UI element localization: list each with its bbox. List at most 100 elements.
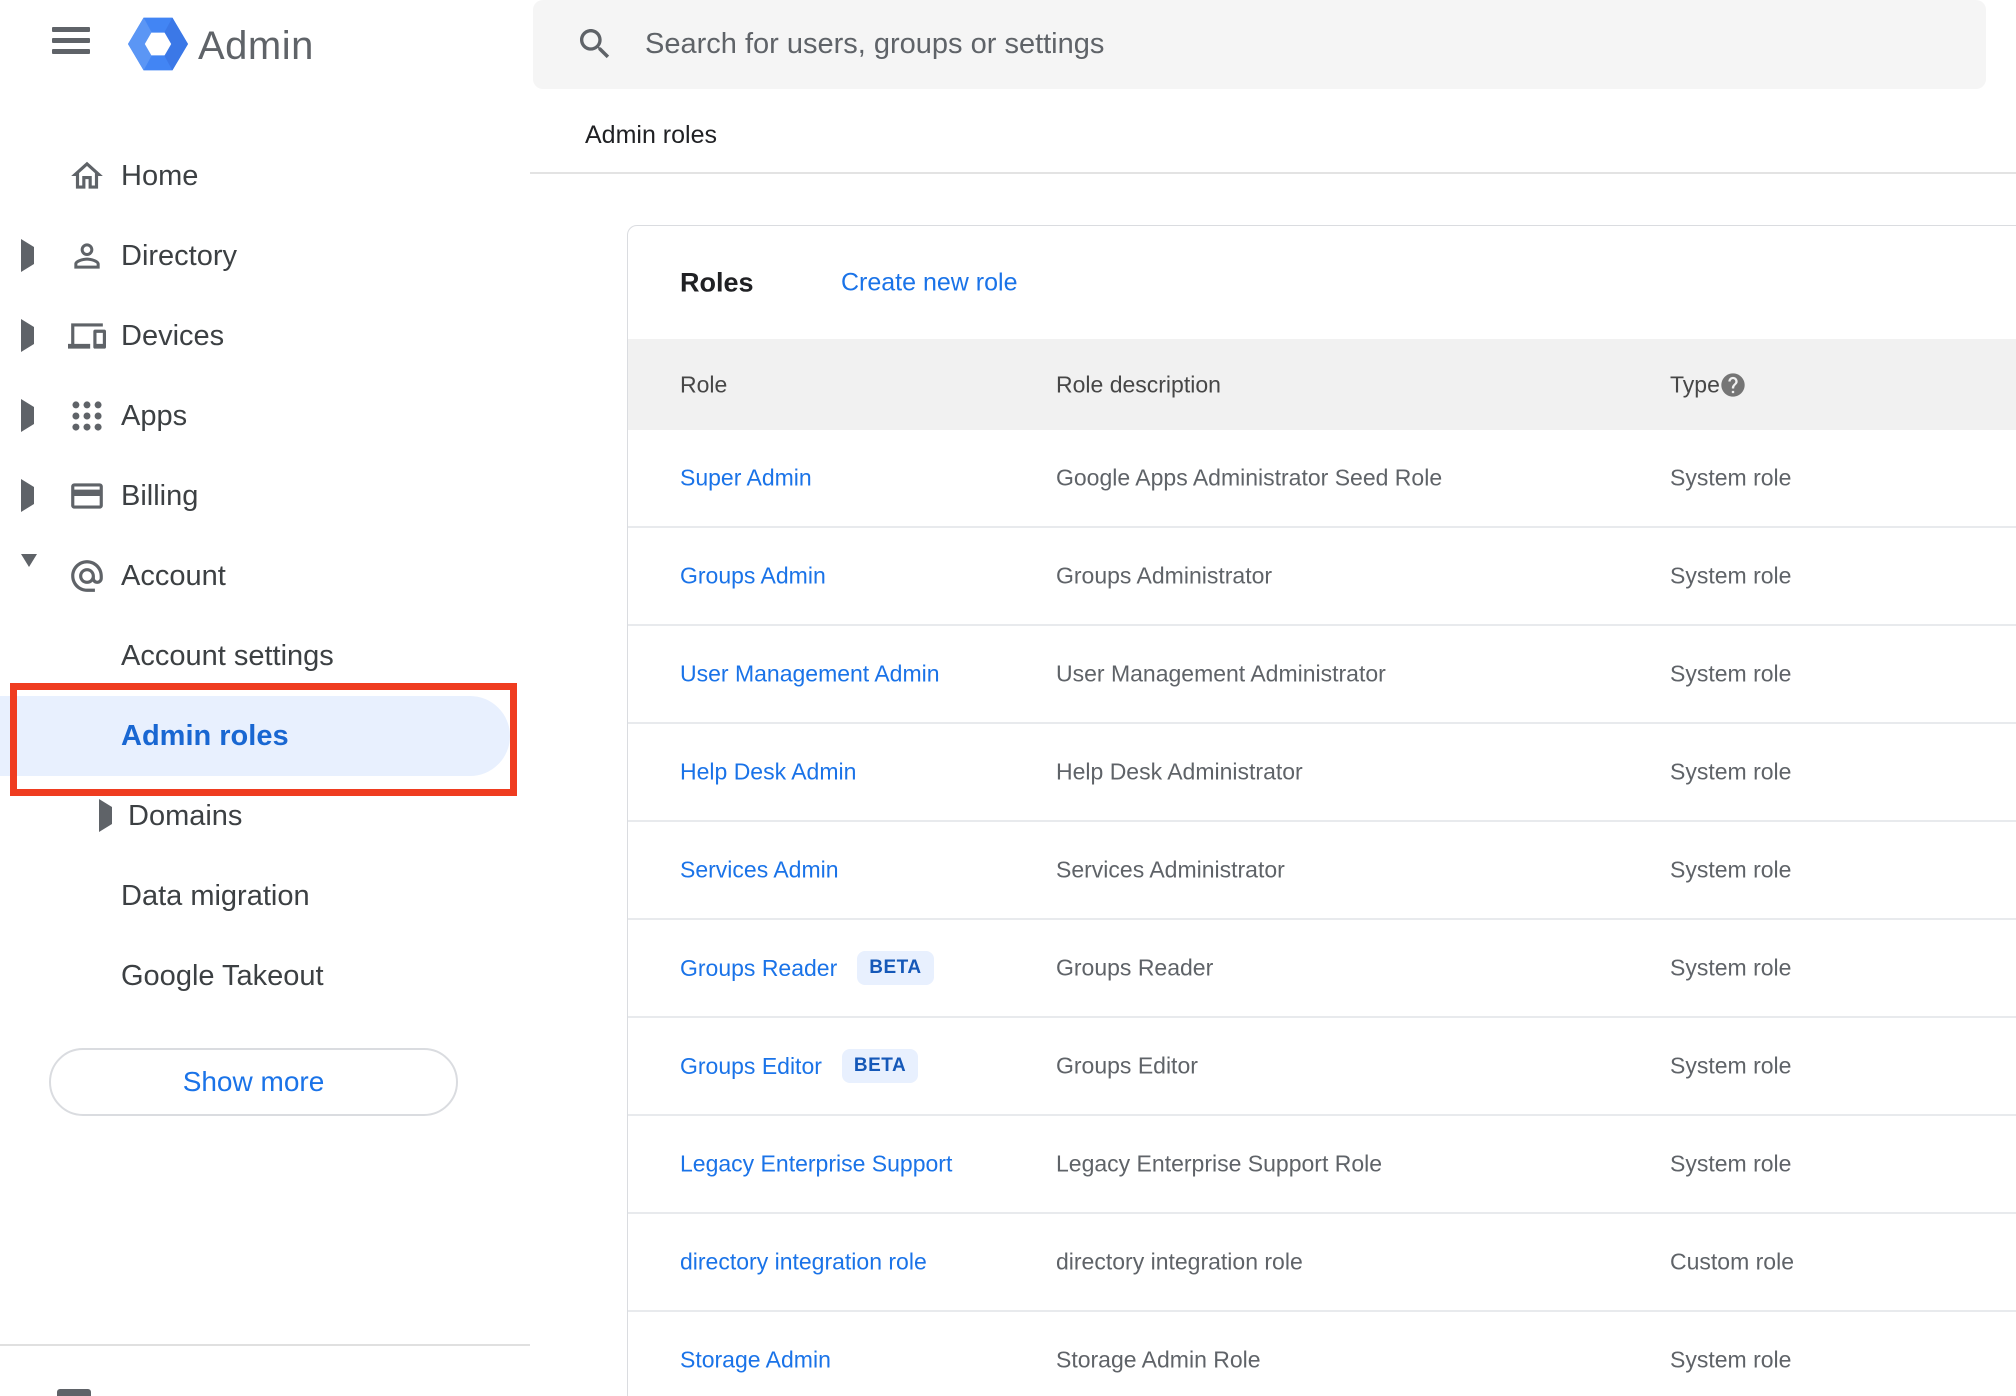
sidebar-footer-divider: [0, 1344, 530, 1346]
role-type: System role: [1670, 1052, 1792, 1079]
sidebar-item-label: Apps: [121, 399, 188, 432]
beta-badge: BETA: [841, 1049, 919, 1083]
role-link[interactable]: Groups Editor BETA: [680, 1049, 919, 1083]
table-row: Storage Admin Storage Admin Role System …: [628, 1312, 2016, 1396]
table-row: Groups Editor BETA Groups Editor System r…: [628, 1018, 2016, 1116]
sidebar-item-domains[interactable]: Domains: [0, 776, 530, 856]
sidebar-item-label: Data migration: [121, 879, 310, 912]
search-bar: [533, 0, 1986, 89]
sidebar-item-admin-roles[interactable]: Admin roles: [0, 696, 530, 776]
column-header-role: Role: [680, 371, 728, 397]
table-row: Services Admin Services Administrator Sy…: [628, 822, 2016, 920]
sidebar-item-label: Directory: [121, 239, 238, 272]
roles-card-header: Roles Create new role: [628, 226, 2016, 339]
app-title: Admin: [198, 24, 314, 68]
role-type: Custom role: [1670, 1248, 1794, 1275]
table-row: User Management Admin User Management Ad…: [628, 626, 2016, 724]
role-type: System role: [1670, 954, 1792, 981]
role-link[interactable]: Super Admin: [680, 465, 812, 492]
role-type: System role: [1670, 758, 1792, 785]
role-description: Help Desk Administrator: [1056, 758, 1303, 785]
role-type: System role: [1670, 856, 1792, 883]
role-link[interactable]: Services Admin: [680, 857, 839, 884]
role-description: directory integration role: [1056, 1248, 1303, 1275]
help-icon[interactable]: [1719, 371, 1747, 399]
sidebar-item-label: Domains: [128, 799, 243, 832]
table-row: Super Admin Google Apps Administrator Se…: [628, 430, 2016, 528]
admin-logo-icon: [128, 17, 188, 71]
sidebar-nav: Home Directory Devices Apps Billing Acco…: [0, 136, 530, 1016]
show-more-button[interactable]: Show more: [49, 1048, 458, 1116]
role-type: System role: [1670, 562, 1792, 589]
credit-card-icon: [68, 477, 106, 515]
devices-icon: [68, 317, 106, 355]
sidebar-item-label: Admin roles: [121, 719, 289, 752]
home-icon: [68, 157, 106, 195]
table-row: Legacy Enterprise Support Legacy Enterpr…: [628, 1116, 2016, 1214]
column-header-type: Type: [1670, 371, 1720, 397]
role-type: System role: [1670, 1150, 1792, 1177]
table-row: Groups Admin Groups Administrator System…: [628, 528, 2016, 626]
table-row: Groups Reader BETA Groups Reader System r…: [628, 920, 2016, 1018]
table-body: Super Admin Google Apps Administrator Se…: [628, 430, 2016, 1396]
create-new-role-link[interactable]: Create new role: [841, 268, 1017, 297]
sidebar-item-devices[interactable]: Devices: [0, 296, 530, 376]
sidebar-item-directory[interactable]: Directory: [0, 216, 530, 296]
expand-arrow-icon[interactable]: [21, 479, 34, 512]
table-row: Help Desk Admin Help Desk Administrator …: [628, 724, 2016, 822]
role-type: System role: [1670, 1346, 1792, 1373]
role-type: System role: [1670, 660, 1792, 687]
sidebar-item-label: Account: [121, 559, 226, 592]
table-row: directory integration role directory int…: [628, 1214, 2016, 1312]
expand-arrow-icon[interactable]: [21, 399, 34, 432]
role-link[interactable]: Legacy Enterprise Support: [680, 1151, 952, 1178]
role-description: Services Administrator: [1056, 856, 1285, 883]
expand-arrow-icon[interactable]: [21, 239, 34, 272]
sidebar-item-google-takeout[interactable]: Google Takeout: [0, 936, 530, 1016]
sidebar-item-account-settings[interactable]: Account settings: [0, 616, 530, 696]
sidebar: Admin Home Directory Devices Apps Billin…: [0, 0, 530, 1396]
role-description: Storage Admin Role: [1056, 1346, 1261, 1373]
sidebar-item-label: Billing: [121, 479, 199, 512]
sidebar-item-label: Devices: [121, 319, 225, 352]
hamburger-menu-icon[interactable]: [52, 27, 90, 54]
apps-grid-icon: [68, 397, 106, 435]
at-sign-icon: [68, 557, 106, 595]
beta-badge: BETA: [857, 951, 934, 985]
sidebar-item-label: Home: [121, 159, 199, 192]
role-description: Groups Reader: [1056, 954, 1214, 981]
role-description: Groups Editor: [1056, 1052, 1198, 1079]
search-input[interactable]: [645, 0, 1945, 89]
role-link[interactable]: User Management Admin: [680, 661, 940, 688]
expand-arrow-icon[interactable]: [99, 799, 112, 832]
expand-arrow-icon[interactable]: [21, 319, 34, 352]
roles-card: Roles Create new role Role Role descript…: [627, 225, 2016, 1396]
role-description: Groups Administrator: [1056, 562, 1273, 589]
role-link[interactable]: Groups Reader BETA: [680, 951, 934, 985]
card-title: Roles: [680, 267, 754, 297]
search-icon: [575, 24, 615, 64]
column-header-description: Role description: [1056, 371, 1221, 397]
sidebar-header: Admin: [0, 0, 530, 100]
person-icon: [68, 237, 106, 275]
role-link[interactable]: Groups Admin: [680, 563, 826, 590]
breadcrumb: Admin roles: [585, 121, 717, 149]
header-divider: [530, 172, 2016, 174]
collapse-arrow-icon[interactable]: [21, 554, 37, 585]
admin-console-page: Admin Home Directory Devices Apps Billin…: [0, 0, 2016, 1396]
role-link[interactable]: Help Desk Admin: [680, 759, 856, 786]
sidebar-partial-icon: [57, 1389, 91, 1396]
role-link[interactable]: Storage Admin: [680, 1347, 831, 1374]
role-description: User Management Administrator: [1056, 660, 1386, 687]
sidebar-item-apps[interactable]: Apps: [0, 376, 530, 456]
role-type: System role: [1670, 464, 1792, 491]
role-description: Google Apps Administrator Seed Role: [1056, 464, 1443, 491]
sidebar-item-label: Google Takeout: [121, 959, 324, 992]
table-header-row: Role Role description Type: [628, 339, 2016, 430]
sidebar-item-label: Account settings: [121, 639, 334, 672]
sidebar-item-data-migration[interactable]: Data migration: [0, 856, 530, 936]
sidebar-item-account[interactable]: Account: [0, 536, 530, 616]
role-link[interactable]: directory integration role: [680, 1249, 927, 1276]
sidebar-item-billing[interactable]: Billing: [0, 456, 530, 536]
sidebar-item-home[interactable]: Home: [0, 136, 530, 216]
